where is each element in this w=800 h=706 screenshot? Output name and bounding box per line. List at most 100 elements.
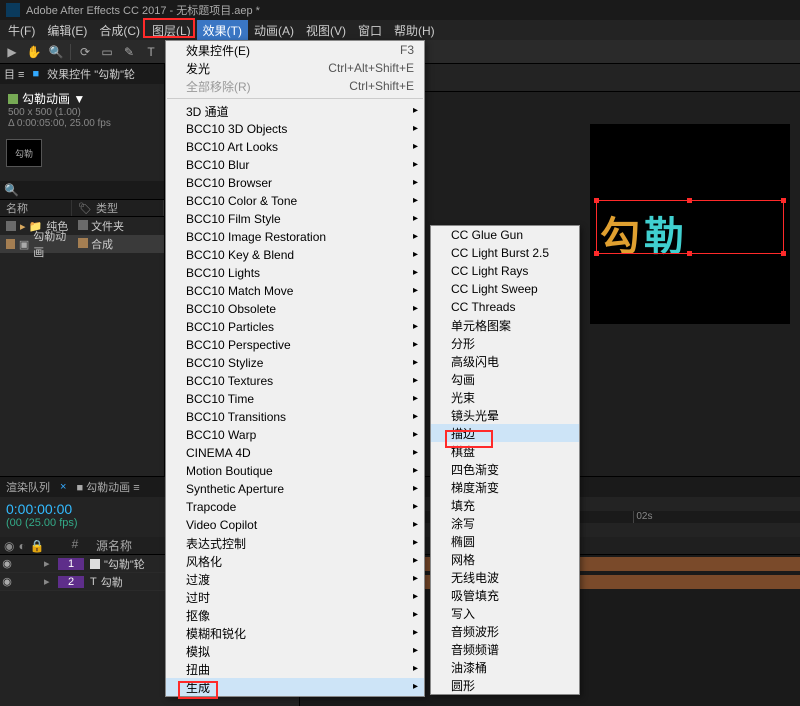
visibility-toggle[interactable]: ◉ [0, 557, 14, 570]
submenu-item[interactable]: CC Light Sweep [431, 280, 579, 298]
menu-category-item[interactable]: 模拟▸ [166, 642, 424, 660]
submenu-item[interactable]: 光束 [431, 388, 579, 406]
submenu-item[interactable]: 分形 [431, 334, 579, 352]
col-type[interactable]: 🏷 类型 [72, 200, 164, 216]
menu-category-item[interactable]: Synthetic Aperture▸ [166, 480, 424, 498]
rect-tool-icon[interactable]: ▭ [99, 44, 115, 60]
menu-category-item[interactable]: 过渡▸ [166, 570, 424, 588]
project-row-comp[interactable]: ▣ 勾勒动画 合成 [0, 235, 164, 253]
source-name-column[interactable]: 源名称 [90, 537, 132, 554]
submenu-item[interactable]: CC Glue Gun [431, 226, 579, 244]
expand-icon[interactable]: ▸ [44, 575, 56, 588]
submenu-item[interactable]: 音频频谱 [431, 640, 579, 658]
submenu-item[interactable]: 写入 [431, 604, 579, 622]
handle-n[interactable] [687, 198, 692, 203]
submenu-item[interactable]: 描边 [431, 424, 579, 442]
menu-category-item[interactable]: 表达式控制▸ [166, 534, 424, 552]
handle-nw[interactable] [594, 198, 599, 203]
menu-category-item[interactable]: Trapcode▸ [166, 498, 424, 516]
solo-column-icon[interactable]: ◐ [18, 539, 25, 553]
menu-category-item[interactable]: BCC10 Warp▸ [166, 426, 424, 444]
menu-category-item[interactable]: 生成▸ [166, 678, 424, 696]
menu-category-item[interactable]: BCC10 Film Style▸ [166, 210, 424, 228]
menu-category-item[interactable]: BCC10 Art Looks▸ [166, 138, 424, 156]
menu-category-item[interactable]: BCC10 Image Restoration▸ [166, 228, 424, 246]
submenu-item[interactable]: 无线电波 [431, 568, 579, 586]
menu-edit[interactable]: 编辑(E) [41, 20, 93, 41]
menu-category-item[interactable]: CINEMA 4D▸ [166, 444, 424, 462]
submenu-item[interactable]: 圆形 [431, 676, 579, 694]
submenu-item[interactable]: 油漆桶 [431, 658, 579, 676]
comp-thumbnail[interactable]: 勾勒 [6, 139, 42, 167]
menu-view[interactable]: 视图(V) [300, 20, 352, 41]
menu-animation[interactable]: 动画(A) [248, 20, 300, 41]
zoom-tool-icon[interactable]: 🔍 [48, 44, 64, 60]
submenu-item[interactable]: CC Light Burst 2.5 [431, 244, 579, 262]
menu-category-item[interactable]: 风格化▸ [166, 552, 424, 570]
submenu-item[interactable]: 单元格图案 [431, 316, 579, 334]
menu-window[interactable]: 窗口 [352, 20, 388, 41]
menu-category-item[interactable]: Video Copilot▸ [166, 516, 424, 534]
submenu-item[interactable]: 吸管填充 [431, 586, 579, 604]
submenu-item[interactable]: 棋盘 [431, 442, 579, 460]
search-row[interactable]: 🔍 [0, 181, 164, 199]
menu-category-item[interactable]: BCC10 Particles▸ [166, 318, 424, 336]
menu-category-item[interactable]: BCC10 Obsolete▸ [166, 300, 424, 318]
fxcontrols-tab[interactable]: 效果控件 "勾勒"轮 [47, 66, 135, 82]
menu-category-item[interactable]: BCC10 Key & Blend▸ [166, 246, 424, 264]
menu-category-item[interactable]: 模糊和锐化▸ [166, 624, 424, 642]
menu-item[interactable]: 效果控件(E)F3 [166, 41, 424, 59]
submenu-item[interactable]: 高级闪电 [431, 352, 579, 370]
handle-s[interactable] [687, 251, 692, 256]
expand-icon[interactable]: ▸ [44, 557, 56, 570]
pen-tool-icon[interactable]: ✎ [121, 44, 137, 60]
handle-ne[interactable] [781, 198, 786, 203]
selection-tool-icon[interactable]: ▶ [4, 44, 20, 60]
handle-sw[interactable] [594, 251, 599, 256]
menu-comp[interactable]: 合成(C) [93, 20, 146, 41]
submenu-item[interactable]: CC Threads [431, 298, 579, 316]
submenu-item[interactable]: 四色渐变 [431, 460, 579, 478]
submenu-item[interactable]: 音频波形 [431, 622, 579, 640]
selection-bounds[interactable] [596, 200, 784, 254]
render-queue-tab[interactable]: 渲染队列 [6, 479, 50, 495]
comp-timeline-tab[interactable]: ■ 勾勒动画 ≡ [76, 479, 139, 495]
handle-se[interactable] [781, 251, 786, 256]
submenu-item[interactable]: 填充 [431, 496, 579, 514]
hand-tool-icon[interactable]: ✋ [26, 44, 42, 60]
menu-category-item[interactable]: BCC10 Transitions▸ [166, 408, 424, 426]
canvas[interactable]: 勾 勒 [590, 124, 790, 324]
submenu-item[interactable]: 勾画 [431, 370, 579, 388]
type-tool-icon[interactable]: T [143, 44, 159, 60]
submenu-item[interactable]: 梯度渐变 [431, 478, 579, 496]
menu-category-item[interactable]: BCC10 Color & Tone▸ [166, 192, 424, 210]
submenu-item[interactable]: 涂写 [431, 514, 579, 532]
menu-category-item[interactable]: BCC10 Match Move▸ [166, 282, 424, 300]
menu-category-item[interactable]: Motion Boutique▸ [166, 462, 424, 480]
menu-category-item[interactable]: 3D 通道▸ [166, 102, 424, 120]
eye-column-icon[interactable]: ◉ [4, 539, 14, 553]
submenu-item[interactable]: 网格 [431, 550, 579, 568]
visibility-toggle[interactable]: ◉ [0, 575, 14, 588]
menu-help[interactable]: 帮助(H) [388, 20, 441, 41]
lock-column-icon[interactable]: 🔒 [30, 539, 45, 553]
orbit-tool-icon[interactable]: ⟳ [77, 44, 93, 60]
menu-category-item[interactable]: 过时▸ [166, 588, 424, 606]
col-name[interactable]: 名称 [0, 200, 72, 216]
menu-category-item[interactable]: BCC10 Blur▸ [166, 156, 424, 174]
menu-category-item[interactable]: BCC10 Lights▸ [166, 264, 424, 282]
menu-category-item[interactable]: BCC10 3D Objects▸ [166, 120, 424, 138]
menu-category-item[interactable]: BCC10 Stylize▸ [166, 354, 424, 372]
menu-category-item[interactable]: 扭曲▸ [166, 660, 424, 678]
menu-file[interactable]: 牛(F) [2, 20, 41, 41]
project-tab[interactable]: 目 ≡ [4, 66, 24, 82]
menu-category-item[interactable]: BCC10 Browser▸ [166, 174, 424, 192]
menu-category-item[interactable]: 抠像▸ [166, 606, 424, 624]
menu-effect[interactable]: 效果(T) [197, 20, 248, 41]
submenu-item[interactable]: 镜头光晕 [431, 406, 579, 424]
menu-category-item[interactable]: BCC10 Textures▸ [166, 372, 424, 390]
menu-item[interactable]: 发光Ctrl+Alt+Shift+E [166, 59, 424, 77]
submenu-item[interactable]: CC Light Rays [431, 262, 579, 280]
menu-layer[interactable]: 图层(L) [146, 20, 197, 41]
menu-category-item[interactable]: BCC10 Time▸ [166, 390, 424, 408]
